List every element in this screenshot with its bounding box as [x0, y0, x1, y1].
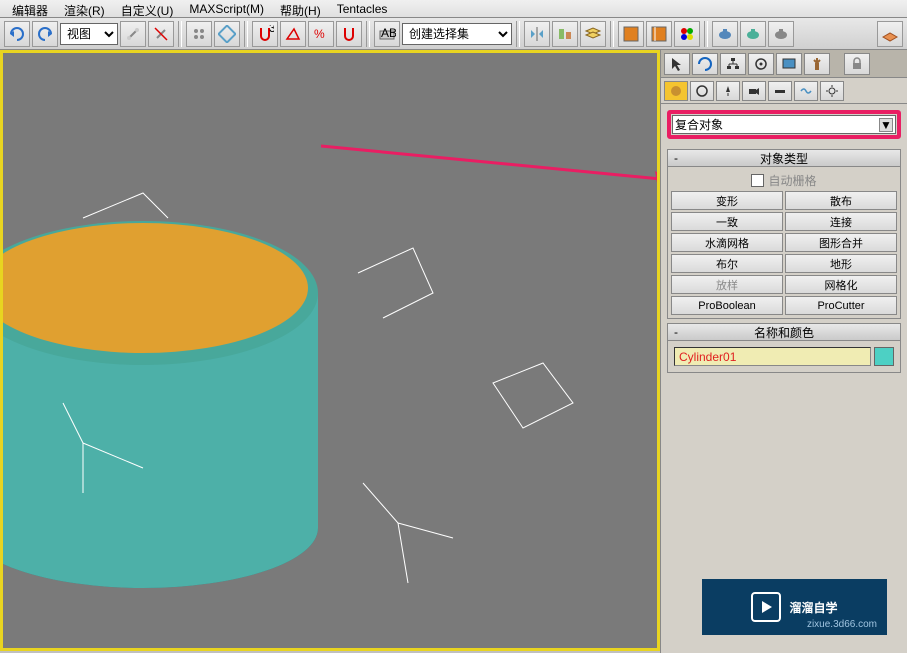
material-editor-icon[interactable] — [674, 21, 700, 47]
menu-tentacles[interactable]: Tentacles — [329, 0, 396, 17]
main-toolbar: 视图 3 % ABC 创建选择集 — [0, 18, 907, 50]
morph-button[interactable]: 变形 — [671, 191, 783, 210]
cylinder-object[interactable] — [0, 183, 383, 651]
menu-maxscript[interactable]: MAXScript(M) — [181, 0, 272, 17]
helpers-category-icon[interactable] — [768, 81, 792, 101]
spacewarps-category-icon[interactable] — [794, 81, 818, 101]
render-setup-icon[interactable] — [712, 21, 738, 47]
svg-text:3: 3 — [269, 25, 274, 35]
name-color-rollout: - 名称和颜色 Cylinder01 — [667, 323, 901, 373]
annotation-arrow — [321, 141, 660, 183]
collapse-icon: - — [674, 325, 678, 339]
viewport[interactable] — [0, 50, 660, 651]
proboolean-button[interactable]: ProBoolean — [671, 296, 783, 315]
layers-icon[interactable] — [580, 21, 606, 47]
mirror-icon[interactable] — [524, 21, 550, 47]
motion-tab-icon[interactable] — [748, 53, 774, 75]
menu-render[interactable]: 渲染(R) — [56, 0, 113, 17]
percent-snap-icon[interactable]: % — [308, 21, 334, 47]
rollout-header[interactable]: - 对象类型 — [667, 149, 901, 167]
autogrid-label: 自动栅格 — [768, 172, 816, 189]
command-panel: 复合对象 ▼ - 对象类型 自动栅格 变形 散布 一致 连接 — [660, 50, 907, 653]
procutter-button[interactable]: ProCutter — [785, 296, 897, 315]
selection-set-dropdown[interactable]: 创建选择集 — [402, 23, 512, 45]
view-dropdown[interactable]: 视图 — [60, 23, 118, 45]
link-button[interactable] — [120, 21, 146, 47]
undo-button[interactable] — [4, 21, 30, 47]
shapes-category-icon[interactable] — [690, 81, 714, 101]
watermark-text: 溜溜自学 — [789, 599, 837, 616]
angle-snap-icon[interactable] — [280, 21, 306, 47]
conform-button[interactable]: 一致 — [671, 212, 783, 231]
geometry-category-icon[interactable] — [664, 81, 688, 101]
schematic-view-icon[interactable] — [646, 21, 672, 47]
selection-region-icon[interactable] — [214, 21, 240, 47]
redo-button[interactable] — [32, 21, 58, 47]
snap-toggle-icon[interactable]: 3 — [252, 21, 278, 47]
watermark-url: zixue.3d66.com — [807, 619, 877, 630]
loft-button[interactable]: 放样 — [671, 275, 783, 294]
quick-render-icon[interactable] — [768, 21, 794, 47]
display-tab-icon[interactable] — [776, 53, 802, 75]
menu-bar: 编辑器 渲染(R) 自定义(U) MAXScript(M) 帮助(H) Tent… — [0, 0, 907, 18]
spinner-snap-icon[interactable] — [336, 21, 362, 47]
utilities-tab-icon[interactable] — [804, 53, 830, 75]
autogrid-checkbox[interactable] — [751, 174, 764, 187]
select-all-icon[interactable] — [186, 21, 212, 47]
boolean-button[interactable]: 布尔 — [671, 254, 783, 273]
rollout-header[interactable]: - 名称和颜色 — [667, 323, 901, 341]
lock-icon[interactable] — [844, 53, 870, 75]
watermark: 溜溜自学 zixue.3d66.com — [702, 579, 887, 635]
dropdown-arrow-icon: ▼ — [879, 118, 893, 132]
object-type-rollout: - 对象类型 自动栅格 变形 散布 一致 连接 水滴网格 图形合并 布尔 地形 — [667, 149, 901, 319]
dropdown-value: 复合对象 — [675, 116, 723, 133]
select-tab-icon[interactable] — [664, 53, 690, 75]
object-color-swatch[interactable] — [874, 347, 894, 366]
named-selection-icon[interactable]: ABC — [374, 21, 400, 47]
object-name-input[interactable]: Cylinder01 — [674, 347, 871, 366]
terrain-button[interactable]: 地形 — [785, 254, 897, 273]
svg-text:ABC: ABC — [381, 26, 396, 40]
category-dropdown[interactable]: 复合对象 ▼ — [672, 115, 896, 134]
render-frame-icon[interactable] — [740, 21, 766, 47]
shapemerge-button[interactable]: 图形合并 — [785, 233, 897, 252]
connect-button[interactable]: 连接 — [785, 212, 897, 231]
collapse-icon: - — [674, 151, 678, 165]
cameras-category-icon[interactable] — [742, 81, 766, 101]
menu-help[interactable]: 帮助(H) — [272, 0, 329, 17]
blobmesh-button[interactable]: 水滴网格 — [671, 233, 783, 252]
menu-edit[interactable]: 编辑器 — [4, 0, 56, 17]
watermark-logo-icon — [751, 592, 781, 622]
mesher-button[interactable]: 网格化 — [785, 275, 897, 294]
modify-tab-icon[interactable] — [692, 53, 718, 75]
scatter-button[interactable]: 散布 — [785, 191, 897, 210]
svg-text:%: % — [314, 27, 325, 41]
unlink-button[interactable] — [148, 21, 174, 47]
grid-icon[interactable] — [877, 21, 903, 47]
curve-editor-icon[interactable] — [618, 21, 644, 47]
hierarchy-tab-icon[interactable] — [720, 53, 746, 75]
systems-category-icon[interactable] — [820, 81, 844, 101]
lights-category-icon[interactable] — [716, 81, 740, 101]
menu-custom[interactable]: 自定义(U) — [113, 0, 182, 17]
dropdown-highlight: 复合对象 ▼ — [667, 110, 901, 139]
align-icon[interactable] — [552, 21, 578, 47]
